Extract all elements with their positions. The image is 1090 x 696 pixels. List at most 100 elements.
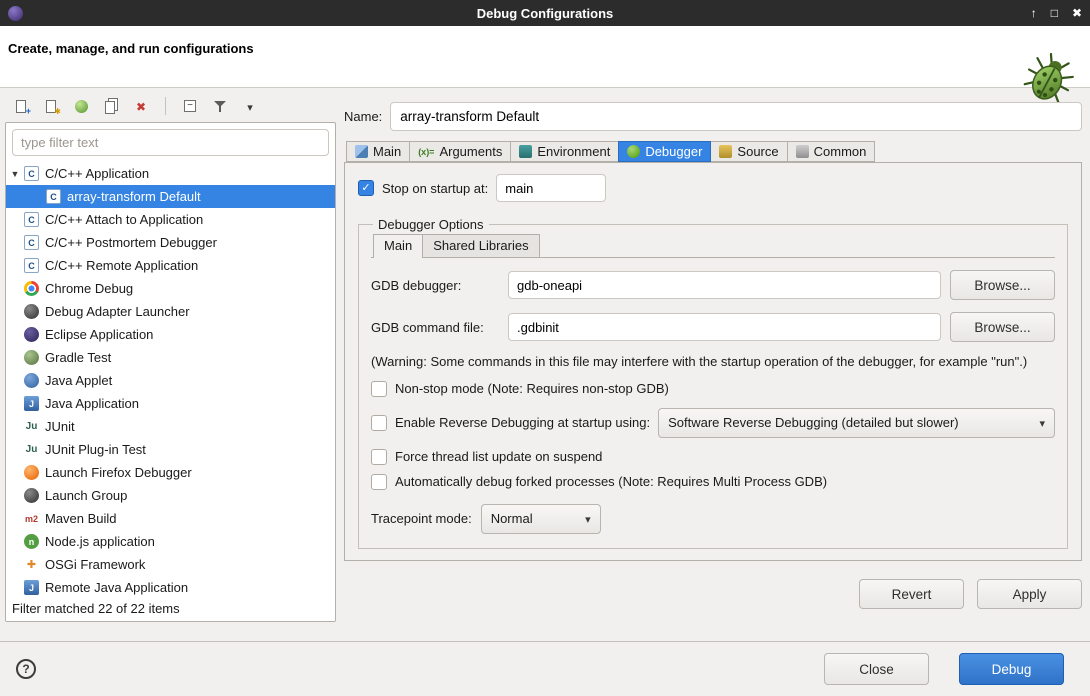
osgi-icon — [24, 557, 39, 572]
gdb-debugger-input[interactable] — [508, 271, 941, 299]
stop-on-startup-checkbox[interactable] — [358, 180, 374, 196]
enable-reverse-debugging-at-startup-usin-checkbox[interactable] — [371, 415, 387, 431]
duplicate-launch-configuration-icon[interactable] — [99, 95, 123, 117]
main-tab-icon — [355, 145, 368, 158]
cpp-icon — [24, 258, 39, 273]
window-controls: ↑ □ ✖ — [1031, 0, 1082, 26]
revert-button[interactable]: Revert — [859, 579, 964, 609]
source-tab-icon — [719, 145, 732, 158]
tree-item-launch-firefox-debugger[interactable]: Launch Firefox Debugger — [6, 461, 335, 484]
tree-item-maven-build[interactable]: Maven Build — [6, 507, 335, 530]
automatically-debug-forked-processes-not-checkbox[interactable] — [371, 474, 387, 490]
help-button[interactable]: ? — [16, 659, 36, 679]
tab-source[interactable]: Source — [710, 141, 787, 162]
toolbar-menu-icon[interactable] — [238, 95, 262, 117]
raise-button[interactable]: ↑ — [1031, 0, 1037, 26]
subtab-main[interactable]: Main — [373, 234, 423, 258]
tree-item-chrome-debug[interactable]: Chrome Debug — [6, 277, 335, 300]
tree-item-gradle-test[interactable]: Gradle Test — [6, 346, 335, 369]
tree-item-junit-plug-in-test[interactable]: JUnit Plug-in Test — [6, 438, 335, 461]
eclipse-icon — [24, 327, 39, 342]
tab-debugger[interactable]: Debugger — [618, 141, 711, 162]
config-detail-panel: Name: MainArgumentsEnvironmentDebuggerSo… — [344, 92, 1082, 609]
help-icon: ? — [22, 662, 29, 676]
tree-item-c-c-application[interactable]: C/C++ Application — [6, 162, 335, 185]
tree-item-java-application[interactable]: Java Application — [6, 392, 335, 415]
tree-item-osgi-framework[interactable]: OSGi Framework — [6, 553, 335, 576]
expander-icon[interactable] — [6, 169, 24, 179]
gdb-command-file-browse-button[interactable]: Browse... — [950, 312, 1055, 342]
tree-item-remote-java-application[interactable]: Remote Java Application — [6, 576, 335, 597]
launch-config-tree-box: C/C++ Application array-transform Default… — [5, 122, 336, 622]
option-label: Non-stop mode (Note: Requires non-stop G… — [395, 381, 669, 396]
tab-label: Debugger — [645, 144, 702, 159]
option-row: Force thread list update on suspend — [371, 449, 1055, 465]
option-label: Enable Reverse Debugging at startup usin… — [395, 415, 650, 430]
maximize-button[interactable]: □ — [1051, 0, 1058, 26]
force-thread-list-update-on-suspend-checkbox[interactable] — [371, 449, 387, 465]
launch-config-tree: C/C++ Application array-transform Default… — [6, 162, 335, 597]
tab-environment[interactable]: Environment — [510, 141, 619, 162]
cpp-icon — [24, 212, 39, 227]
tree-item-node-js-application[interactable]: Node.js application — [6, 530, 335, 553]
apply-button[interactable]: Apply — [977, 579, 1082, 609]
stop-on-startup-label: Stop on startup at: — [382, 181, 488, 196]
name-input[interactable] — [390, 102, 1082, 131]
tree-item-launch-group[interactable]: Launch Group — [6, 484, 335, 507]
debugger-tab-icon — [627, 145, 640, 158]
new-launch-configuration-prototype-icon[interactable] — [39, 95, 63, 117]
gdb-command-file-input[interactable] — [508, 313, 941, 341]
option-label: Force thread list update on suspend — [395, 449, 602, 464]
delete-launch-configuration-icon[interactable] — [129, 95, 153, 117]
tree-item-label: Maven Build — [45, 511, 117, 526]
tree-item-array-transform-default[interactable]: array-transform Default — [6, 185, 335, 208]
name-label: Name: — [344, 109, 382, 124]
tree-item-eclipse-application[interactable]: Eclipse Application — [6, 323, 335, 346]
option-row: Non-stop mode (Note: Requires non-stop G… — [371, 381, 1055, 397]
tree-item-label: Chrome Debug — [45, 281, 133, 296]
tree-item-label: JUnit — [45, 419, 75, 434]
debug-button[interactable]: Debug — [959, 653, 1064, 685]
cpp-icon — [24, 235, 39, 250]
stop-on-startup-input[interactable] — [496, 174, 606, 202]
tree-item-java-applet[interactable]: Java Applet — [6, 369, 335, 392]
non-stop-mode-note-requires-non-stop-gdb-checkbox[interactable] — [371, 381, 387, 397]
close-button[interactable]: ✖ — [1072, 0, 1082, 26]
gdb-command-file-row: GDB command file: Browse... — [371, 312, 1055, 342]
config-tabs: MainArgumentsEnvironment Debugger SourceCo… — [344, 141, 1082, 162]
tab-main[interactable]: Main — [346, 141, 410, 162]
new-launch-configuration-icon[interactable] — [9, 95, 33, 117]
option-row: Automatically debug forked processes (No… — [371, 474, 1055, 490]
tab-arguments[interactable]: Arguments — [409, 141, 511, 162]
collapse-all-icon[interactable] — [178, 95, 202, 117]
tree-item-label: Launch Group — [45, 488, 127, 503]
tree-item-debug-adapter-launcher[interactable]: Debug Adapter Launcher — [6, 300, 335, 323]
filter-launch-configurations-icon[interactable] — [208, 95, 232, 117]
filter-input[interactable] — [12, 129, 329, 156]
tracepoint-mode-dropdown[interactable]: Normal — [481, 504, 601, 534]
tree-item-label: Debug Adapter Launcher — [45, 304, 190, 319]
tree-item-label: array-transform Default — [67, 189, 201, 204]
tree-item-label: C/C++ Application — [45, 166, 149, 181]
tree-item-label: Node.js application — [45, 534, 155, 549]
left-toolbar — [5, 92, 336, 120]
tree-item-junit[interactable]: JUnit — [6, 415, 335, 438]
dialog-header: Create, manage, and run configurations — [0, 26, 1090, 88]
maven-icon — [24, 511, 39, 526]
tree-item-c-c-remote-application[interactable]: C/C++ Remote Application — [6, 254, 335, 277]
gdb-command-file-label: GDB command file: — [371, 320, 499, 335]
reverse-debugging-mode-dropdown[interactable]: Software Reverse Debugging (detailed but… — [658, 408, 1055, 438]
firefox-icon — [24, 465, 39, 480]
gdb-debugger-browse-button[interactable]: Browse... — [950, 270, 1055, 300]
remote-java-icon — [24, 580, 39, 595]
reverse-debugging-mode-value: Software Reverse Debugging (detailed but… — [668, 415, 959, 430]
tree-item-c-c-attach-to-application[interactable]: C/C++ Attach to Application — [6, 208, 335, 231]
close-button[interactable]: Close — [824, 653, 929, 685]
option-row: Enable Reverse Debugging at startup usin… — [371, 408, 1055, 438]
export-launch-configurations-icon[interactable] — [69, 95, 93, 117]
tree-item-c-c-postmortem-debugger[interactable]: C/C++ Postmortem Debugger — [6, 231, 335, 254]
chevron-down-icon — [1039, 415, 1045, 430]
debug-configurations-dialog: Debug Configurations ↑□✖ Create, manage,… — [0, 0, 1090, 696]
tab-common[interactable]: Common — [787, 141, 876, 162]
subtab-shared-libraries[interactable]: Shared Libraries — [422, 234, 539, 257]
